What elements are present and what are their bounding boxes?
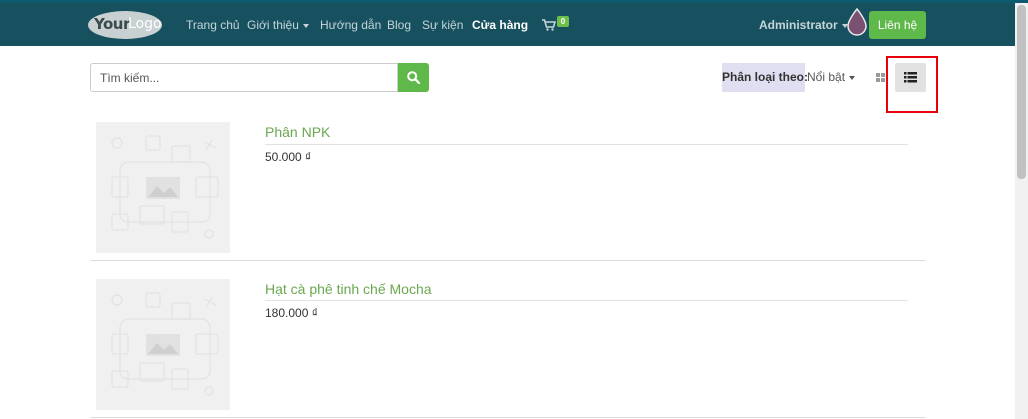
nav-item-label: Giới thiệu	[247, 18, 299, 32]
user-menu[interactable]: Administrator	[759, 18, 848, 32]
product-name[interactable]: Phân NPK	[265, 124, 330, 140]
product-placeholder-icon	[111, 292, 219, 396]
nav-item-label: Hướng dẫn	[320, 18, 382, 32]
sort-value: Nổi bật	[807, 63, 856, 92]
nav-item-about[interactable]: Giới thiệu	[247, 18, 309, 32]
contact-button[interactable]: Liên hệ	[869, 11, 926, 39]
page-scrollbar[interactable]	[1015, 3, 1028, 419]
nav-item-shop[interactable]: Cửa hàng	[472, 18, 528, 32]
product-row-divider	[90, 417, 926, 418]
nav-item-events[interactable]: Sự kiện	[422, 18, 463, 32]
shopping-cart-icon	[542, 19, 556, 31]
product-price: 180.000 ₫	[265, 306, 318, 320]
product-image[interactable]	[96, 122, 230, 253]
page: Your Logo Trang chủ Giới thiệu Hướng dẫn…	[0, 0, 1028, 419]
navbar: Your Logo Trang chủ Giới thiệu Hướng dẫn…	[0, 3, 1015, 46]
product-name[interactable]: Hạt cà phê tinh chế Mocha	[265, 281, 432, 297]
droplet-icon	[847, 7, 867, 36]
cart-button[interactable]: 0	[542, 16, 570, 34]
site-logo[interactable]: Your Logo	[88, 11, 162, 39]
chevron-down-icon	[849, 75, 856, 80]
search-icon	[407, 71, 420, 84]
sort-label: Phân loại theo:	[722, 63, 808, 92]
scrollbar-thumb[interactable]	[1017, 5, 1026, 179]
product-image[interactable]	[96, 279, 230, 410]
product-price: 50.000 ₫	[265, 150, 312, 164]
cart-count-badge: 0	[557, 16, 569, 27]
chevron-down-icon	[302, 23, 309, 28]
product-name-divider	[265, 300, 908, 301]
product-name-divider	[265, 144, 908, 145]
sort-value-text: Nổi bật	[807, 70, 846, 84]
nav-item-label: Blog	[387, 18, 412, 32]
product-row-divider	[90, 260, 926, 261]
annotation-highlight-box	[886, 56, 938, 113]
search-button[interactable]	[398, 63, 429, 92]
search-input[interactable]	[90, 63, 398, 92]
nav-item-label: Trang chủ	[186, 18, 240, 32]
nav-item-label: Cửa hàng	[472, 18, 529, 32]
nav-item-blog[interactable]: Blog	[387, 18, 411, 32]
logo-text-1: Your	[94, 15, 130, 33]
nav-item-guide[interactable]: Hướng dẫn	[320, 18, 381, 32]
nav-item-label: Sự kiện	[422, 18, 464, 32]
user-name: Administrator	[759, 18, 838, 32]
nav-item-home[interactable]: Trang chủ	[186, 18, 240, 32]
product-placeholder-icon	[111, 135, 219, 239]
logo-text-2: Logo	[128, 16, 162, 32]
